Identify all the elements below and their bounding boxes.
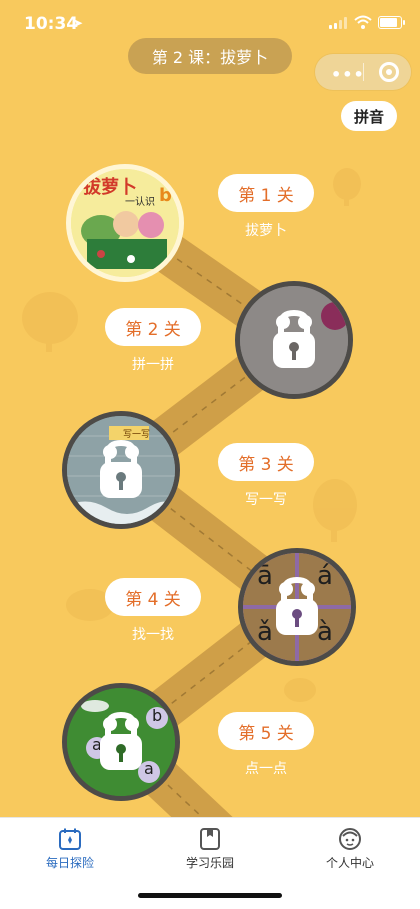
level-4-letter-1: ā	[257, 561, 273, 591]
level-1-thumb-letter: b	[159, 185, 172, 206]
calendar-icon	[59, 828, 81, 850]
lock-icon	[273, 310, 315, 368]
level-4-node[interactable]: ā á ǎ à	[238, 548, 356, 666]
level-3-thumb-tag: 写一写	[123, 430, 151, 440]
home-indicator	[138, 893, 282, 898]
level-4-subtitle: 找一找	[132, 627, 174, 643]
book-icon	[200, 828, 220, 850]
tab-personal-center[interactable]: 个人中心	[280, 818, 420, 878]
tab-daily-adventure[interactable]: 每日探险	[0, 818, 140, 878]
lock-icon	[100, 440, 142, 498]
level-2-label[interactable]: 第 2 关	[105, 308, 201, 346]
tab-learning-park[interactable]: 学习乐园	[140, 818, 280, 878]
tab-label: 每日探险	[45, 856, 94, 870]
level-4-label[interactable]: 第 4 关	[105, 578, 201, 616]
person-icon	[339, 828, 361, 850]
level-5-letter-1: b	[152, 706, 163, 725]
level-1-thumb-caption: 一认识	[125, 197, 155, 208]
level-4-letter-3: ǎ	[257, 617, 273, 647]
level-3-subtitle: 写一写	[245, 492, 287, 508]
app-screen: 10:34 ➤ 第 2 课：拔萝卜 ••• 拼音 拔萝卜 一认识 b 第 1 关…	[0, 0, 420, 909]
level-3-label[interactable]: 第 3 关	[218, 443, 314, 481]
tab-label: 学习乐园	[185, 856, 234, 870]
level-1-node[interactable]: 拔萝卜 一认识 b	[66, 164, 184, 282]
level-1-subtitle: 拔萝卜	[245, 223, 287, 239]
level-1-label[interactable]: 第 1 关	[218, 174, 314, 212]
level-3-node[interactable]: 写一写	[62, 411, 180, 529]
level-5-node[interactable]: b a a	[62, 683, 180, 801]
level-5-subtitle: 点一点	[245, 761, 287, 777]
level-2-node[interactable]	[235, 281, 353, 399]
lock-icon	[276, 577, 318, 635]
level-5-letter-3: a	[144, 759, 154, 778]
tab-label: 个人中心	[325, 856, 374, 870]
level-5-label[interactable]: 第 5 关	[218, 712, 314, 750]
level-2-subtitle: 拼一拼	[132, 357, 174, 373]
lock-icon	[100, 712, 142, 770]
